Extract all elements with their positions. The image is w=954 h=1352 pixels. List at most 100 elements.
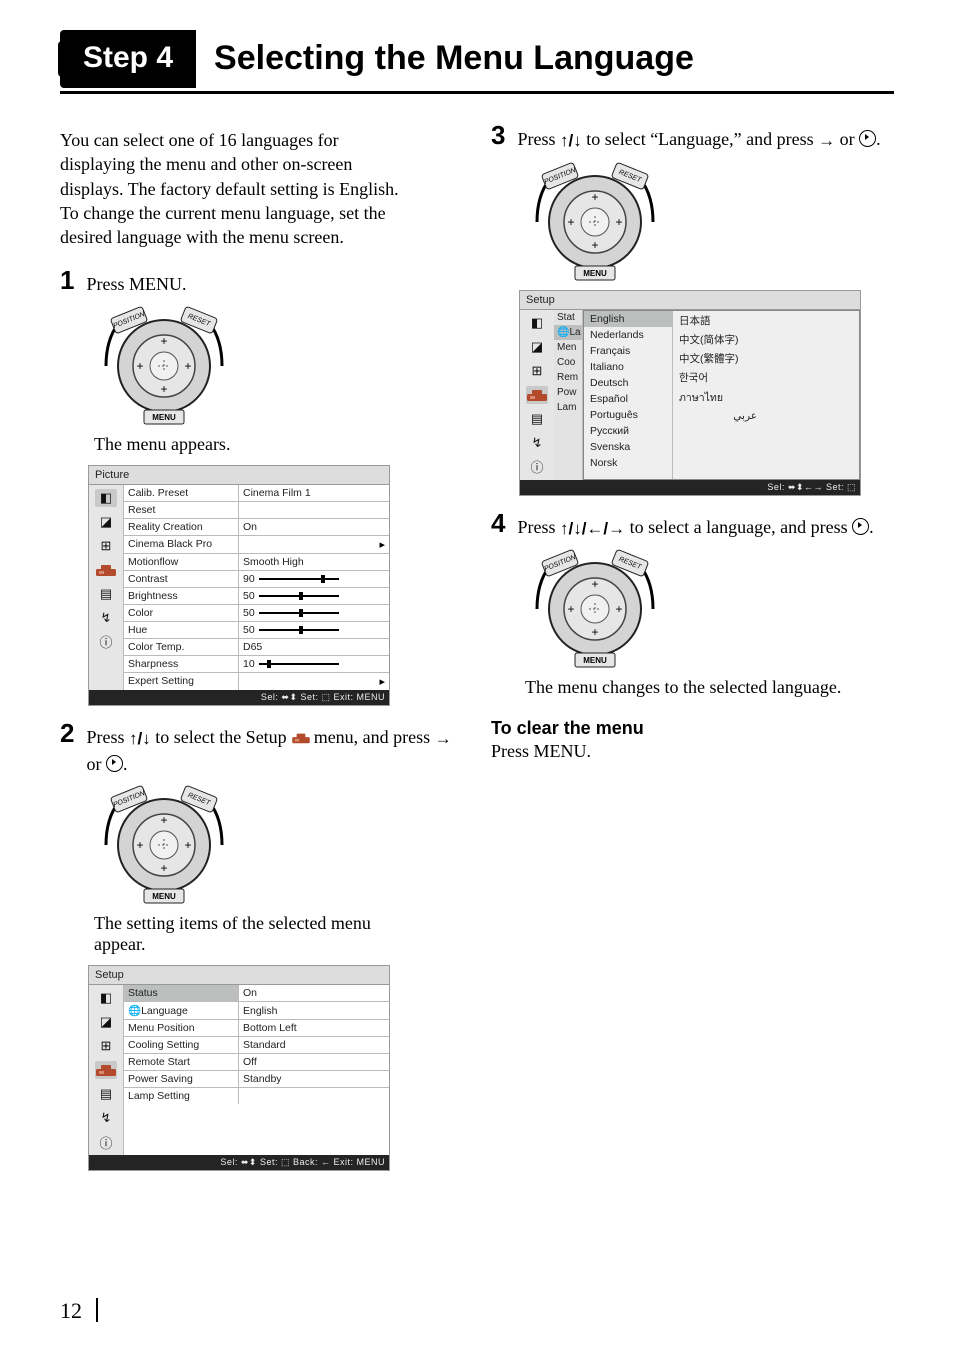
- osd-row-value: [239, 1088, 389, 1104]
- language-option: Español: [584, 391, 672, 407]
- osd-row: Hue50: [124, 622, 389, 639]
- osd-row: StatusOn: [124, 985, 389, 1002]
- osd-row-label: Brightness: [124, 588, 239, 604]
- osd-row-label: Motionflow: [124, 554, 239, 570]
- osd-row-value: 50: [239, 605, 389, 621]
- function-icon: ▤: [95, 585, 117, 603]
- osd-row-label: Reality Creation: [124, 519, 239, 535]
- page-number: 12: [60, 1298, 98, 1324]
- osd-row-value: 90: [239, 571, 389, 587]
- osd-row-label: 🌐Language: [124, 1002, 239, 1019]
- osd-row-label: Hue: [124, 622, 239, 638]
- step-badge-text: Step 4: [83, 41, 173, 74]
- osd-row: Sharpness10: [124, 656, 389, 673]
- osd-row: Remote StartOff: [124, 1054, 389, 1071]
- page-header: Step 4 Selecting the Menu Language: [60, 30, 894, 88]
- language-option: 日本語: [673, 311, 763, 330]
- osd-row: Contrast90: [124, 571, 389, 588]
- remote-dpad-figure: [525, 162, 894, 282]
- osd-row: Menu PositionBottom Left: [124, 1020, 389, 1037]
- step-number: 1: [60, 267, 74, 297]
- step-4: 4 Press ↑/↓/←/→ to select a language, an…: [491, 510, 894, 542]
- language-option: عربي: [673, 408, 763, 424]
- installation-icon: ↯: [95, 1109, 117, 1127]
- right-arrow-icon: →: [435, 729, 452, 748]
- clear-menu-text: Press MENU.: [491, 741, 894, 762]
- language-column-1: EnglishNederlandsFrançaisItalianoDeutsch…: [584, 311, 673, 479]
- four-way-icon: ↑/↓/←/→: [560, 519, 625, 538]
- step-1: 1 Press MENU.: [60, 267, 463, 297]
- language-option: Português: [584, 407, 672, 423]
- truncated-label: Stat: [554, 310, 582, 325]
- osd-row: Brightness50: [124, 588, 389, 605]
- osd-row-label: Calib. Preset: [124, 485, 239, 501]
- advanced-picture-icon: ◪: [95, 1013, 117, 1031]
- osd-row-label: Sharpness: [124, 656, 239, 672]
- information-icon: ⓘ: [95, 1133, 117, 1151]
- osd-row-value: Off: [239, 1054, 389, 1070]
- step-2: 2 Press ↑/↓ to select the Setup menu, an…: [60, 720, 463, 778]
- enter-button-icon: [852, 518, 869, 535]
- osd-row-value: Standard: [239, 1037, 389, 1053]
- osd-row-label: Cinema Black Pro: [124, 536, 239, 553]
- osd-row-label: Remote Start: [124, 1054, 239, 1070]
- truncated-label: Men: [554, 340, 582, 355]
- language-option: Nederlands: [584, 327, 672, 343]
- enter-button-icon: [859, 130, 876, 147]
- osd-row: Lamp Setting: [124, 1088, 389, 1104]
- step-number: 2: [60, 720, 74, 778]
- osd-row: Expert Setting▸: [124, 673, 389, 690]
- information-icon: ⓘ: [526, 458, 548, 476]
- osd-title: Setup: [520, 291, 860, 310]
- osd-footer-hints: Sel: ⬌⬍ Set: ⬚ Exit: MENU: [89, 690, 389, 705]
- right-arrow-icon: →: [818, 131, 835, 150]
- advanced-picture-icon: ◪: [95, 513, 117, 531]
- truncated-setup-col: Stat🌐LaMenCooRemPowLam: [554, 310, 583, 480]
- osd-row-value: On: [239, 519, 389, 535]
- osd-row: Reality CreationOn: [124, 519, 389, 536]
- osd-picture-menu: Picture ◧ ◪ ⊞ ▤ ↯ ⓘ Calib. PresetCinema …: [88, 465, 390, 706]
- osd-row-value: 50: [239, 588, 389, 604]
- language-option: Svenska: [584, 439, 672, 455]
- advanced-picture-icon: ◪: [526, 338, 548, 356]
- step-text: Press ↑/↓ to select the Setup menu, and …: [86, 720, 463, 778]
- setup-icon: [291, 726, 309, 740]
- osd-row-value: 50: [239, 622, 389, 638]
- osd-row-label: Cooling Setting: [124, 1037, 239, 1053]
- osd-row: Cinema Black Pro▸: [124, 536, 389, 554]
- function-icon: ▤: [526, 410, 548, 428]
- installation-icon: ↯: [526, 434, 548, 452]
- installation-icon: ↯: [95, 609, 117, 627]
- step-text: Press ↑/↓/←/→ to select a language, and …: [517, 510, 873, 542]
- osd-row-value: 10: [239, 656, 389, 672]
- osd-row-label: Reset: [124, 502, 239, 518]
- language-option: 中文(简体字): [673, 330, 763, 349]
- picture-icon: ◧: [95, 489, 117, 507]
- picture-icon: ◧: [95, 989, 117, 1007]
- truncated-label: Coo: [554, 355, 582, 370]
- osd-row: Cooling SettingStandard: [124, 1037, 389, 1054]
- step-badge: Step 4: [60, 30, 196, 88]
- screen-icon: ⊞: [95, 537, 117, 555]
- screen-icon: ⊞: [526, 362, 548, 380]
- language-option: Deutsch: [584, 375, 672, 391]
- step-2-caption: The setting items of the selected menu a…: [94, 913, 414, 955]
- osd-footer-hints: Sel: ⬌⬍ Set: ⬚ Back: ← Exit: MENU: [89, 1155, 389, 1170]
- osd-row-label: Color: [124, 605, 239, 621]
- information-icon: ⓘ: [95, 633, 117, 651]
- osd-row-value: Smooth High: [239, 554, 389, 570]
- osd-row-label: Expert Setting: [124, 673, 239, 690]
- osd-row-value: ▸: [239, 536, 389, 553]
- osd-row-value: Cinema Film 1: [239, 485, 389, 501]
- truncated-label: 🌐La: [554, 325, 582, 340]
- osd-setup-menu: Setup ◧ ◪ ⊞ ▤ ↯ ⓘ StatusOn🌐LanguageEngli…: [88, 965, 390, 1171]
- language-option: Français: [584, 343, 672, 359]
- step-text: Press MENU.: [86, 267, 186, 297]
- osd-row-value: On: [239, 985, 389, 1001]
- osd-row-label: Lamp Setting: [124, 1088, 239, 1104]
- osd-row-label: Menu Position: [124, 1020, 239, 1036]
- clear-menu-heading: To clear the menu: [491, 718, 894, 739]
- step-text: Press ↑/↓ to select “Language,” and pres…: [517, 122, 880, 154]
- osd-row-label: Contrast: [124, 571, 239, 587]
- osd-row-value: Bottom Left: [239, 1020, 389, 1036]
